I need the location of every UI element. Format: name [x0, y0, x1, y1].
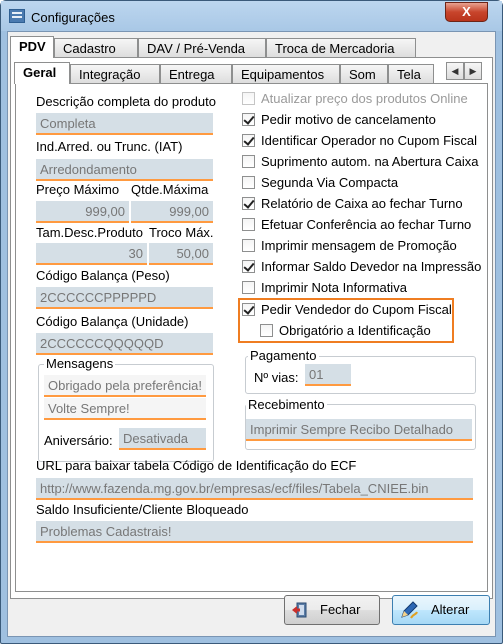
checkbox-box[interactable]	[242, 303, 255, 316]
checkbox-box[interactable]	[242, 113, 255, 126]
tab-equipamentos[interactable]: Equipamentos	[232, 64, 340, 84]
checkbox-box[interactable]	[242, 218, 255, 231]
url-ecf-label: URL para baixar tabela Código de Identif…	[36, 458, 357, 473]
tab-scroll-left-button[interactable]: ◀	[446, 62, 464, 80]
check-label: Pedir motivo de cancelamento	[261, 112, 436, 127]
balanca-unid-field[interactable]: 2CCCCCCQQQQQD	[36, 333, 213, 355]
tam-desc-label: Tam.Desc.Produto	[36, 225, 143, 240]
checkbox-box[interactable]	[242, 281, 255, 294]
tab-scroll-right-button[interactable]: ▶	[464, 62, 482, 80]
tab-tela[interactable]: Tela	[388, 64, 434, 84]
balanca-peso-field[interactable]: 2CCCCCCPPPPPD	[36, 287, 213, 309]
window-icon	[9, 9, 25, 23]
alterar-button[interactable]: Alterar	[392, 595, 490, 625]
check-label: Efetuar Conferência ao fechar Turno	[261, 217, 472, 232]
checkbox-box[interactable]	[242, 260, 255, 273]
balanca-peso-label: Código Balança (Peso)	[36, 268, 170, 283]
preco-max-field[interactable]: 999,00	[36, 201, 129, 223]
url-ecf-field[interactable]: http://www.fazenda.mg.gov.br/empresas/ec…	[36, 478, 473, 500]
check-label: Atualizar preço dos produtos Online	[261, 91, 468, 106]
check-label: Suprimento autom. na Abertura Caixa	[261, 154, 479, 169]
checkbox-box[interactable]	[242, 176, 255, 189]
settings-window: Configurações X PDV Cadastro DAV / Pré-V…	[0, 0, 503, 644]
mensagem2-field[interactable]: Volte Sempre!	[44, 398, 206, 420]
edit-pencil-icon	[401, 601, 418, 619]
arred-field[interactable]: Arredondamento	[36, 159, 213, 181]
preco-max-label: Preço Máximo	[36, 182, 120, 197]
check-label: Relatório de Caixa ao fechar Turno	[261, 196, 463, 211]
qtde-max-field[interactable]: 999,00	[131, 201, 213, 223]
saldo-field[interactable]: Problemas Cadastrais!	[36, 521, 473, 543]
recebimento-field[interactable]: Imprimir Sempre Recibo Detalhado	[246, 419, 472, 441]
fechar-button[interactable]: Fechar	[284, 595, 380, 625]
tab-integracao[interactable]: Integração	[70, 64, 160, 84]
tab-pdv[interactable]: PDV	[10, 36, 54, 58]
geral-panel: Descrição completa do produto Completa I…	[15, 83, 488, 592]
alterar-label: Alterar	[431, 602, 470, 617]
tab-cadastro[interactable]: Cadastro	[54, 38, 138, 58]
tab-dav-pre-venda[interactable]: DAV / Pré-Venda	[138, 38, 266, 58]
window-title: Configurações	[31, 10, 115, 25]
aniversario-field[interactable]: Desativada	[119, 428, 206, 450]
arred-label: Ind.Arred. ou Trunc. (IAT)	[36, 139, 183, 154]
balanca-unid-label: Código Balança (Unidade)	[36, 314, 189, 329]
fechar-label: Fechar	[320, 602, 361, 617]
mensagens-title: Mensagens	[44, 356, 116, 371]
tab-entrega[interactable]: Entrega	[160, 64, 232, 84]
check-label: Imprimir Nota Informativa	[261, 280, 407, 295]
tab-troca-mercadoria[interactable]: Troca de Mercadoria	[266, 38, 416, 58]
aniversario-label: Aniversário:	[44, 433, 113, 448]
pdv-panel: Geral Integração Entrega Equipamentos So…	[10, 57, 493, 599]
checkbox-box[interactable]	[242, 134, 255, 147]
vias-label: Nº vias:	[254, 370, 299, 385]
checkbox-box[interactable]	[242, 239, 255, 252]
vias-field[interactable]: 01	[305, 364, 351, 386]
recebimento-title: Recebimento	[246, 397, 327, 412]
checkbox-box[interactable]	[242, 197, 255, 210]
checkbox-box[interactable]	[260, 324, 273, 337]
troco-max-field[interactable]: 50,00	[149, 243, 213, 265]
tab-geral[interactable]: Geral	[14, 62, 70, 84]
mensagem1-field[interactable]: Obrigado pela preferência!	[44, 375, 206, 397]
checkbox-box[interactable]	[242, 155, 255, 168]
pagamento-title: Pagamento	[248, 348, 319, 363]
check-label: Identificar Operador no Cupom Fiscal	[261, 133, 478, 148]
tab-som[interactable]: Som	[340, 64, 388, 84]
check-label: Imprimir mensagem de Promoção	[261, 238, 457, 253]
tam-desc-field[interactable]: 30	[36, 243, 147, 265]
qtde-max-label: Qtde.Máxima	[131, 182, 209, 197]
exit-door-icon	[292, 602, 307, 618]
checkbox-box[interactable]	[242, 92, 255, 105]
saldo-label: Saldo Insuficiente/Cliente Bloqueado	[36, 502, 249, 517]
check-label: Obrigatório a Identificação	[279, 323, 431, 338]
window-client: PDV Cadastro DAV / Pré-Venda Troca de Me…	[7, 31, 496, 637]
check-label: Informar Saldo Devedor na Impressão	[261, 259, 482, 274]
title-bar: Configurações X	[1, 1, 502, 31]
check-label: Pedir Vendedor do Cupom Fiscal	[261, 302, 452, 317]
troco-max-label: Troco Máx.	[149, 225, 214, 240]
check-label: Segunda Via Compacta	[261, 175, 399, 190]
close-button[interactable]: X	[445, 2, 488, 22]
descricao-label: Descrição completa do produto	[36, 94, 216, 109]
descricao-field[interactable]: Completa	[36, 113, 213, 135]
